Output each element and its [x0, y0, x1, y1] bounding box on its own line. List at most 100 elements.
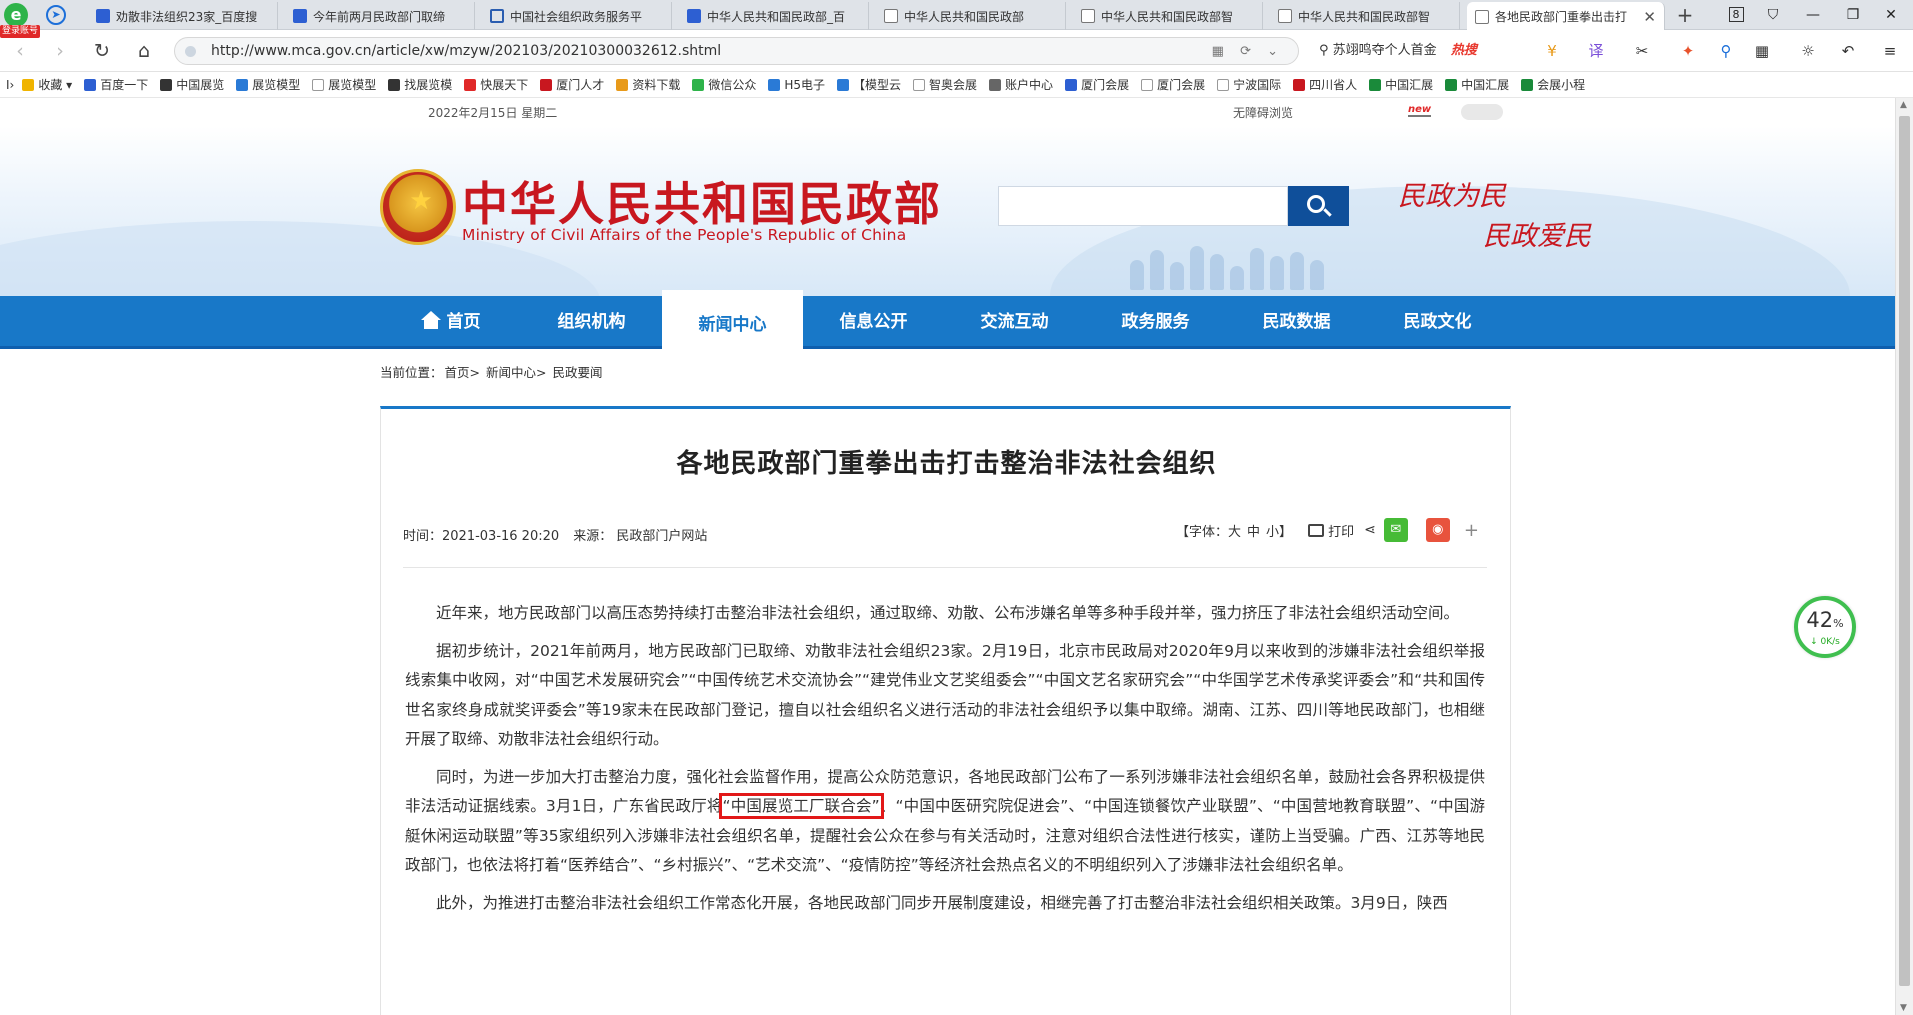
bookmark-item[interactable]: 收藏 ▾: [22, 76, 72, 93]
game-icon[interactable]: ✦: [1676, 39, 1700, 63]
bookmark-item[interactable]: 展览模型: [312, 76, 376, 93]
site-icon: [989, 78, 1002, 91]
bookmark-item[interactable]: 展览模型: [236, 76, 300, 93]
bookmark-label: H5电子: [784, 78, 826, 92]
translate-icon[interactable]: 译: [1584, 39, 1608, 63]
scissors-icon[interactable]: ✂: [1630, 39, 1654, 63]
tab-6[interactable]: 中华人民共和国民政部智: [1073, 2, 1263, 30]
tab-4[interactable]: 中华人民共和国民政部_百: [679, 2, 869, 30]
bookmark-label: 快展天下: [480, 78, 529, 92]
print-button[interactable]: 打印: [1308, 521, 1354, 540]
font-large-button[interactable]: 大: [1228, 521, 1241, 540]
scroll-up-icon[interactable]: ▲: [1900, 100, 1907, 110]
nav-gov-services[interactable]: 政务服务: [1085, 296, 1226, 349]
tab-3[interactable]: 中国社会组织政务服务平: [482, 2, 672, 30]
scrollbar-thumb[interactable]: [1899, 116, 1910, 986]
reload-button[interactable]: ↻: [88, 37, 116, 65]
site-subtitle: Ministry of Civil Affairs of the People'…: [462, 226, 907, 244]
network-speed-widget[interactable]: 42% ↓ 0K/s: [1794, 596, 1856, 658]
tab-2[interactable]: 今年前两月民政部门取缔: [285, 2, 475, 30]
bookmark-item[interactable]: 微信公众: [692, 76, 756, 93]
browser-search-box[interactable]: ⚲ 苏翊鸣夺个人首金 热搜: [1311, 37, 1521, 65]
nav-home[interactable]: 首页: [380, 296, 521, 349]
bookmark-label: 找展览模: [404, 78, 453, 92]
bookmark-item[interactable]: 中国汇展: [1445, 76, 1509, 93]
tab-7[interactable]: 中华人民共和国民政部智: [1270, 2, 1460, 30]
tab-1[interactable]: 劝散非法组织23家_百度搜: [88, 2, 278, 30]
sidebar-toggle-icon[interactable]: I›: [6, 78, 14, 92]
new-tab-button[interactable]: +: [1670, 0, 1700, 30]
nav-info-disclosure[interactable]: 信息公开: [803, 296, 944, 349]
menu-icon[interactable]: ≡: [1878, 39, 1902, 63]
nav-label: 民政文化: [1403, 312, 1472, 332]
site-icon: [1445, 78, 1458, 91]
undo-icon[interactable]: ↶: [1836, 39, 1860, 63]
bookmark-item[interactable]: 宁波国际: [1217, 76, 1281, 93]
bookmark-item[interactable]: 找展览模: [388, 76, 452, 93]
browser-logo-icon[interactable]: e: [4, 3, 28, 27]
bookmark-item[interactable]: 四川省人: [1293, 76, 1357, 93]
bookmark-item[interactable]: 【模型云: [837, 76, 901, 93]
login-badge[interactable]: 登录账号: [0, 25, 40, 38]
bookmark-item[interactable]: 快展天下: [464, 76, 528, 93]
bookmark-item[interactable]: 账户中心: [989, 76, 1053, 93]
article-title: 各地民政部门重拳出击打击整治非法社会组织: [676, 449, 1217, 479]
bookmark-label: 厦门会展: [1081, 78, 1130, 92]
apps-grid-icon[interactable]: ▦: [1750, 39, 1774, 63]
font-medium-button[interactable]: 中: [1247, 521, 1260, 540]
site-search-button[interactable]: [1288, 186, 1349, 226]
site-icon: [388, 78, 401, 91]
bookmark-item[interactable]: 智奥会展: [913, 76, 977, 93]
bookmark-item[interactable]: 会展小程: [1521, 76, 1585, 93]
bookmark-item[interactable]: 厦门会展: [1141, 76, 1205, 93]
font-small-button[interactable]: 小】: [1266, 521, 1292, 540]
home-button[interactable]: ⌂: [130, 37, 158, 65]
bookmark-label: 展览模型: [328, 78, 377, 92]
wechat-share-icon[interactable]: ✉: [1383, 518, 1408, 542]
bookmark-item[interactable]: 中国展览: [160, 76, 224, 93]
wallet-icon[interactable]: ¥: [1540, 39, 1564, 63]
accessibility-link[interactable]: 无障碍浏览: [1233, 104, 1293, 121]
breadcrumb-current[interactable]: 民政要闻: [552, 365, 602, 380]
nav-label: 民政数据: [1262, 312, 1331, 332]
brightness-icon[interactable]: ☼: [1796, 39, 1820, 63]
site-title[interactable]: 中华人民共和国民政部: [462, 168, 942, 234]
site-info-icon[interactable]: [185, 46, 196, 57]
magnifier-icon[interactable]: ⚲: [1714, 39, 1738, 63]
tab-active[interactable]: 各地民政部门重拳出击打 ✕: [1467, 2, 1665, 31]
bookmark-item[interactable]: 厦门人才: [540, 76, 604, 93]
tab-5[interactable]: 中华人民共和国民政部: [876, 2, 1066, 30]
forward-button[interactable]: ›: [46, 37, 74, 65]
site-icon: [616, 78, 629, 91]
send-icon[interactable]: ➤: [46, 5, 66, 25]
bookmark-item[interactable]: H5电子: [768, 76, 825, 93]
address-bar[interactable]: http://www.mca.gov.cn/article/xw/mzyw/20…: [174, 37, 1299, 65]
nav-data[interactable]: 民政数据: [1226, 296, 1367, 349]
close-tab-icon[interactable]: ✕: [1639, 8, 1656, 26]
more-share-icon[interactable]: +: [1464, 520, 1479, 541]
site-search-input[interactable]: [998, 186, 1288, 226]
hot-search-label[interactable]: 热搜: [1451, 43, 1477, 58]
breadcrumb-news[interactable]: 新闻中心>: [486, 365, 546, 380]
url-text[interactable]: http://www.mca.gov.cn/article/xw/mzyw/20…: [211, 38, 721, 65]
address-actions[interactable]: ▦ ⟳ ⌄: [1212, 38, 1284, 65]
weibo-share-icon[interactable]: ◉: [1425, 518, 1450, 542]
nav-interaction[interactable]: 交流互动: [944, 296, 1085, 349]
breadcrumb-home[interactable]: 首页>: [445, 365, 480, 380]
bookmark-item[interactable]: 中国汇展: [1369, 76, 1433, 93]
nav-culture[interactable]: 民政文化: [1367, 296, 1508, 349]
new-badge[interactable]: new: [1408, 104, 1432, 117]
share-icon[interactable]: ⋖: [1364, 522, 1376, 538]
paw-icon: [293, 9, 307, 23]
nav-news-center[interactable]: 新闻中心: [662, 290, 803, 349]
bookmark-item[interactable]: 厦门会展: [1065, 76, 1129, 93]
nav-organization[interactable]: 组织机构: [521, 296, 662, 349]
bookmark-item[interactable]: 资料下载: [616, 76, 680, 93]
scroll-down-icon[interactable]: ▼: [1900, 1003, 1907, 1013]
bookmark-item[interactable]: 百度一下: [84, 76, 148, 93]
page-scrollbar[interactable]: ▲ ▼: [1895, 98, 1913, 1015]
back-button[interactable]: ‹: [6, 37, 34, 65]
close-window-button[interactable]: ✕: [1868, 0, 1913, 30]
social-share-icon[interactable]: [1461, 104, 1503, 120]
bookmark-bar: I› 收藏 ▾ 百度一下 中国展览 展览模型 展览模型 找展览模 快展天下 厦门…: [0, 72, 1913, 98]
